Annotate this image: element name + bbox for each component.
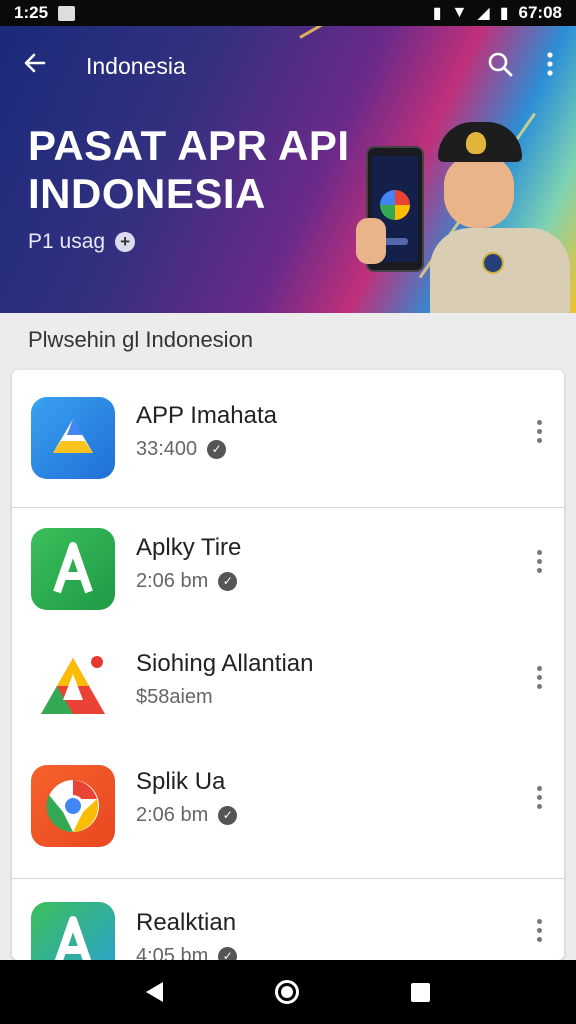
drive-style-app-icon bbox=[31, 397, 115, 479]
cap-badge-icon bbox=[466, 132, 486, 154]
section-label: Plwsehin gl Indonesion bbox=[28, 327, 254, 352]
arrow-left-icon bbox=[24, 53, 46, 72]
search-icon bbox=[488, 52, 513, 76]
app-list: APP Imahata 33:400 ✓ Aplky Tire 2:06 bm … bbox=[12, 370, 564, 960]
item-more-button[interactable] bbox=[534, 786, 544, 809]
app-name: Splik Ua bbox=[136, 768, 226, 795]
verified-icon: ✓ bbox=[218, 572, 238, 591]
more-options-button[interactable] bbox=[546, 51, 554, 82]
status-time: 1:25 bbox=[14, 3, 49, 22]
green-blue-a-app-icon bbox=[31, 902, 115, 960]
verified-icon: ✓ bbox=[218, 947, 238, 960]
vibrate-icon: ▮ bbox=[432, 5, 442, 22]
app-meta: 2:06 bm bbox=[136, 804, 209, 826]
face-illustration bbox=[444, 156, 514, 228]
signal-icon: ◢ bbox=[477, 5, 490, 22]
colorful-play-app-icon bbox=[31, 644, 115, 726]
nav-back-button[interactable] bbox=[146, 982, 163, 1002]
list-item[interactable]: Siohing Allantian $58aiem bbox=[12, 624, 564, 740]
item-more-button[interactable] bbox=[534, 550, 544, 573]
app-meta: 4:05 bm bbox=[136, 945, 209, 960]
play-logo-icon bbox=[380, 190, 410, 220]
search-button[interactable] bbox=[486, 50, 514, 83]
status-bar: 1:25 ▮ ▼ ◢ ▮ 67:08 bbox=[0, 0, 576, 26]
chrome-style-app-icon bbox=[31, 765, 115, 847]
hero-title-line1: PASAT APR API bbox=[28, 122, 350, 169]
app-name: Realktian bbox=[136, 909, 237, 936]
app-name: Siohing Allantian bbox=[136, 650, 314, 677]
battery-icon: ▮ bbox=[499, 5, 509, 22]
app-name: Aplky Tire bbox=[136, 534, 242, 561]
item-more-button[interactable] bbox=[534, 420, 544, 443]
back-button[interactable] bbox=[22, 50, 62, 83]
add-icon: + bbox=[115, 232, 136, 252]
app-name: APP Imahata bbox=[136, 402, 277, 429]
app-meta: $58aiem bbox=[136, 686, 213, 708]
wifi-icon: ▼ bbox=[451, 4, 468, 21]
person-illustration bbox=[356, 122, 570, 313]
more-vert-icon bbox=[547, 51, 553, 76]
nav-recents-button[interactable] bbox=[411, 982, 430, 1002]
app-toolbar: Indonesia bbox=[0, 26, 576, 106]
toolbar-title: Indonesia bbox=[86, 52, 186, 79]
item-more-button[interactable] bbox=[534, 666, 544, 689]
verified-icon: ✓ bbox=[218, 806, 238, 825]
hero-title-line2: INDONESIA bbox=[28, 170, 266, 217]
green-a-app-icon bbox=[31, 528, 115, 610]
notification-icon bbox=[58, 5, 76, 21]
battery-text: 67:08 bbox=[518, 3, 562, 22]
verified-icon: ✓ bbox=[207, 440, 227, 459]
hand-illustration bbox=[356, 218, 386, 264]
list-item[interactable]: Realktian 4:05 bm ✓ bbox=[12, 879, 564, 960]
app-meta: 33:400 bbox=[136, 438, 198, 460]
uniform-patch-icon bbox=[482, 252, 504, 274]
app-meta: 2:06 bm bbox=[136, 570, 209, 592]
hero-subtitle: P1 usag bbox=[28, 230, 106, 253]
hero-banner: Indonesia PASAT APR API INDONESIA P1 usa… bbox=[0, 26, 576, 313]
list-item[interactable]: Splik Ua 2:06 bm ✓ bbox=[12, 740, 564, 876]
list-item[interactable]: APP Imahata 33:400 ✓ bbox=[12, 370, 564, 506]
list-item[interactable]: Aplky Tire 2:06 bm ✓ bbox=[12, 508, 564, 624]
nav-home-button[interactable] bbox=[275, 980, 299, 1004]
hero-title: PASAT APR API INDONESIA bbox=[28, 122, 350, 218]
system-nav-bar bbox=[0, 960, 576, 1024]
item-more-button[interactable] bbox=[534, 919, 544, 942]
hero-subtitle-row[interactable]: P1 usag + bbox=[28, 230, 136, 254]
